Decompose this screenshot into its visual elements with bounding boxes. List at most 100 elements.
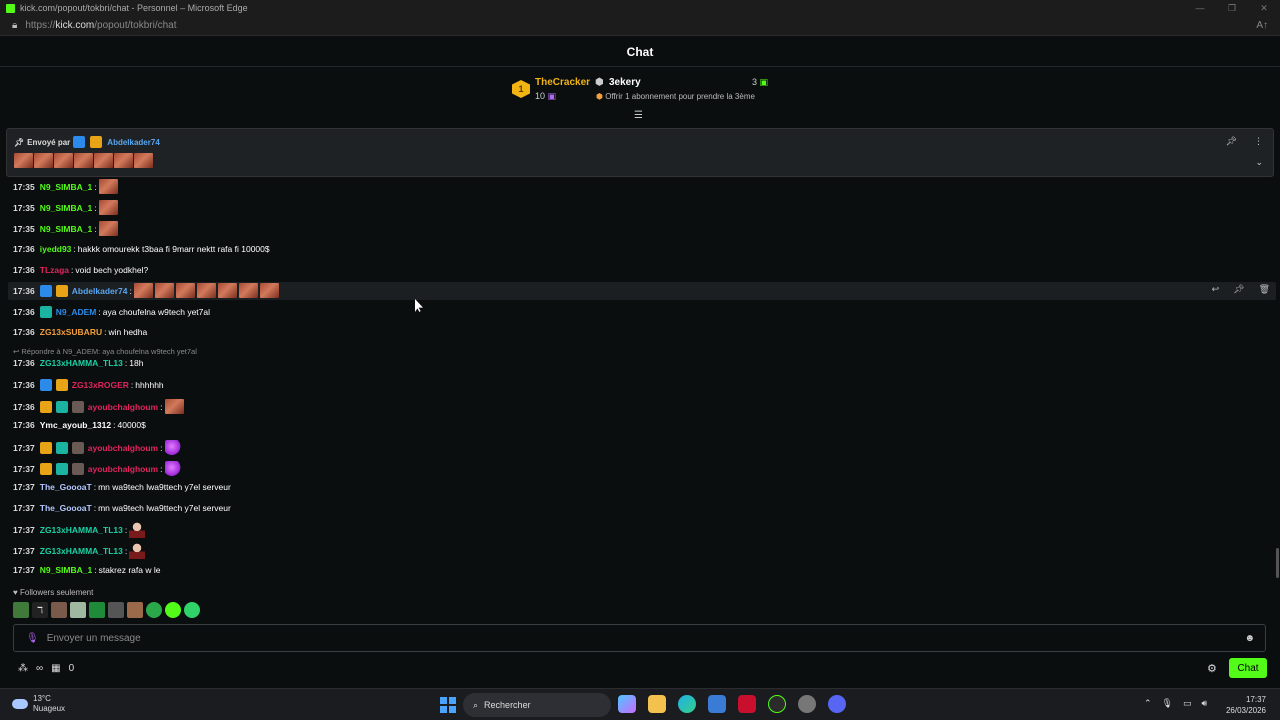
chat-message[interactable]: 17:37 The_GoooaT: mn wa9tech lwa9ttech y…: [13, 503, 231, 513]
message-user[interactable]: N9_SIMBA_1: [40, 224, 92, 234]
chat-message[interactable]: 17:37 N9_SIMBA_1: stakrez rafa w le: [13, 565, 160, 575]
message-user[interactable]: ZG13xSUBARU: [40, 327, 102, 337]
chat-message[interactable]: 17:37 ZG13xHAMMA_TL13:: [13, 521, 146, 538]
message-user[interactable]: ayoubchalghoum: [88, 443, 158, 453]
network-icon[interactable]: ▭: [1183, 698, 1192, 709]
store-icon[interactable]: ▦: [51, 663, 60, 674]
message-user[interactable]: N9_SIMBA_1: [40, 203, 92, 213]
message-user[interactable]: ayoubchalghoum: [88, 464, 158, 474]
chevron-down-icon[interactable]: ⌄: [1255, 157, 1263, 168]
message-user[interactable]: The_GoooaT: [40, 503, 92, 513]
chat-message[interactable]: 17:37 ayoubchalghoum:: [13, 461, 182, 477]
chat-message[interactable]: 17:36 ZG13xROGER: hhhhhh: [13, 379, 164, 391]
emoji-picker-icon[interactable]: ☻: [1244, 633, 1255, 644]
message-user[interactable]: ZG13xHAMMA_TL13: [40, 358, 123, 368]
chat-message[interactable]: 17:36 ayoubchalghoum:: [13, 399, 184, 414]
chat-message[interactable]: 17:35 N9_SIMBA_1:: [13, 200, 118, 215]
message-user[interactable]: ayoubchalghoum: [88, 402, 158, 412]
message-user[interactable]: ZG13xHAMMA_TL13: [40, 546, 123, 556]
message-user[interactable]: TLzaga: [40, 265, 69, 275]
quick-emote[interactable]: [51, 602, 67, 618]
message-user[interactable]: N9_SIMBA_1: [40, 182, 92, 192]
discord-icon[interactable]: [828, 695, 846, 713]
points-icon[interactable]: ⁂: [18, 663, 28, 674]
send-chat-button[interactable]: Chat: [1229, 658, 1267, 678]
message-input[interactable]: [46, 632, 1245, 644]
message-user[interactable]: N9_ADEM: [56, 307, 97, 317]
taskbar-apps: [618, 695, 846, 713]
chat-message[interactable]: 17:36 ZG13xSUBARU: win hedha: [13, 327, 147, 337]
rank-medal-icon: 1: [512, 80, 530, 98]
settings-gear-icon[interactable]: ⚙: [1207, 662, 1217, 675]
edge-icon[interactable]: [678, 695, 696, 713]
store-app-icon[interactable]: [708, 695, 726, 713]
gift-offer-text[interactable]: ⬢ Offrir 1 abonnement pour prendre la 3è…: [596, 92, 755, 101]
chat-message[interactable]: 17:35 N9_SIMBA_1:: [13, 221, 118, 236]
message-time: 17:36: [13, 265, 35, 275]
message-user[interactable]: iyedd93: [40, 244, 72, 254]
microphone-tray-icon[interactable]: 🎙︎: [1162, 698, 1173, 709]
collapse-leaderboard-icon[interactable]: ☰: [634, 110, 643, 121]
quick-emote[interactable]: [108, 602, 124, 618]
chat-message[interactable]: 17:36 TLzaga: void bech yodkhel?: [13, 265, 148, 275]
close-icon[interactable]: ✕: [1248, 0, 1280, 16]
pin-message-icon[interactable]: 📌︎: [1233, 284, 1244, 295]
microphone-icon[interactable]: 🎙︎: [26, 633, 39, 644]
lock-icon[interactable]: 🔒︎: [12, 20, 17, 31]
message-actions: ↩ 📌︎ 🗑︎: [1212, 284, 1270, 295]
settings-app-icon[interactable]: [798, 695, 816, 713]
quick-emote[interactable]: [13, 602, 29, 618]
address-bar[interactable]: 🔒︎ https://kick.com/popout/tokbri/chat A…: [0, 16, 1280, 36]
moderator-badge-icon: [39, 284, 52, 297]
chat-message[interactable]: 17:36 ZG13xHAMMA_TL13: 18h: [13, 358, 143, 368]
moderator-badge-icon: [73, 136, 86, 148]
quick-emote[interactable]: [70, 602, 86, 618]
leader-first-name[interactable]: TheCracker: [535, 77, 590, 88]
chat-message[interactable]: 17:36 N9_ADEM: aya choufelna w9tech yet7…: [13, 306, 210, 318]
quick-emote[interactable]: [127, 602, 143, 618]
chat-message[interactable]: 17:36 iyedd93: hakkk omourekk t3baa fi 9…: [13, 244, 270, 254]
leader-first-count: 10 ▣: [535, 91, 556, 102]
emote: [164, 440, 182, 456]
message-user[interactable]: ZG13xROGER: [72, 380, 129, 390]
start-button-icon[interactable]: [440, 697, 456, 713]
message-user[interactable]: Abdelkader74: [72, 286, 128, 296]
kick-app-icon[interactable]: [768, 695, 786, 713]
chat-message[interactable]: 17:37 The_GoooaT: mn wa9tech lwa9ttech y…: [13, 482, 231, 492]
acrobat-icon[interactable]: [738, 695, 756, 713]
chat-message[interactable]: 17:37 ayoubchalghoum:: [13, 440, 182, 456]
chat-message[interactable]: 17:37 ZG13xHAMMA_TL13:: [13, 542, 146, 559]
infinity-icon[interactable]: ∞: [36, 663, 43, 674]
chat-message[interactable]: 17:36 Abdelkader74:: [13, 283, 279, 298]
pinned-user[interactable]: Abdelkader74: [107, 138, 159, 147]
taskbar-search[interactable]: ⌕ Rechercher: [463, 693, 611, 717]
restore-icon[interactable]: ❐: [1216, 0, 1248, 16]
leader-second-name[interactable]: 3ekery: [609, 77, 641, 88]
unpin-icon[interactable]: 📌︎: [1226, 136, 1237, 147]
more-options-icon[interactable]: ⋮: [1254, 136, 1263, 147]
message-user[interactable]: Ymc_ayoub_1312: [40, 420, 111, 430]
reply-icon[interactable]: ↩: [1212, 284, 1220, 295]
message-user[interactable]: The_GoooaT: [40, 482, 92, 492]
quick-emote[interactable]: [146, 602, 162, 618]
chat-message[interactable]: 17:35 N9_SIMBA_1:: [13, 179, 118, 194]
quick-emote[interactable]: ℸ: [32, 602, 48, 618]
delete-icon[interactable]: 🗑︎: [1259, 284, 1270, 295]
copilot-icon[interactable]: [618, 695, 636, 713]
read-aloud-icon[interactable]: A↑: [1256, 20, 1268, 31]
chat-message[interactable]: 17:36 Ymc_ayoub_1312: 40000$: [13, 420, 146, 430]
quick-emote[interactable]: [184, 602, 200, 618]
message-user[interactable]: ZG13xHAMMA_TL13: [40, 525, 123, 535]
quick-emote[interactable]: [165, 602, 181, 618]
file-explorer-icon[interactable]: [648, 695, 666, 713]
volume-icon[interactable]: 🔊︎: [1202, 698, 1208, 709]
minimize-icon[interactable]: —: [1184, 0, 1216, 16]
taskbar-clock[interactable]: 17:37 26/03/2026: [1226, 694, 1266, 716]
chevron-up-icon[interactable]: ⌃: [1144, 698, 1152, 709]
quick-emote[interactable]: [89, 602, 105, 618]
emote: [98, 221, 118, 236]
reply-hint[interactable]: ↩ Répondre à N9_ADEM: aya choufelna w9te…: [13, 347, 197, 356]
chat-scrollbar[interactable]: [1276, 548, 1279, 578]
message-user[interactable]: N9_SIMBA_1: [40, 565, 92, 575]
weather-widget[interactable]: 13°C Nuageux: [12, 694, 65, 714]
